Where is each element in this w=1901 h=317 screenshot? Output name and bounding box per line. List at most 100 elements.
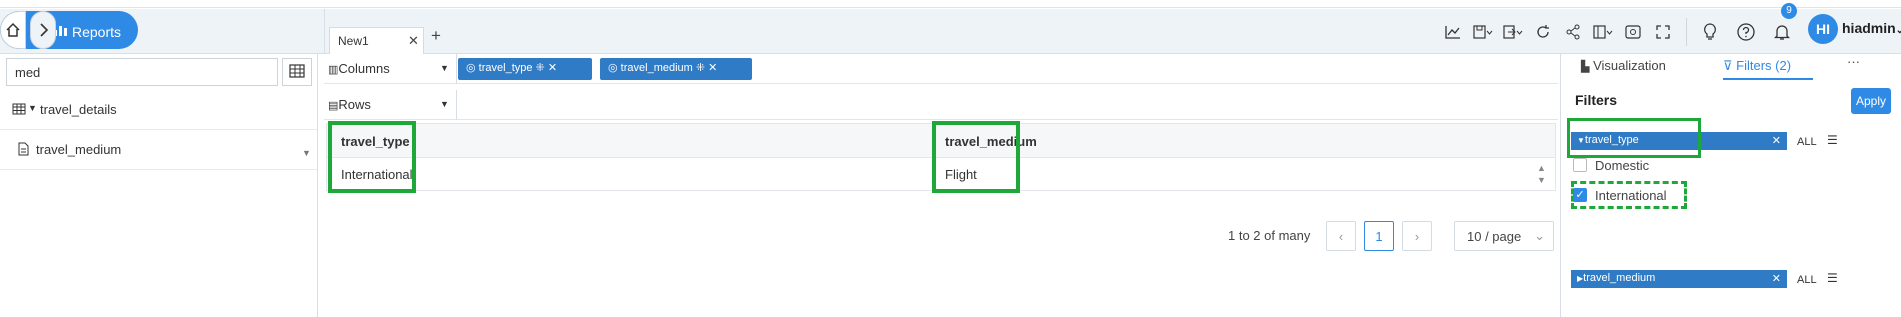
list-icon[interactable]: ☰	[1827, 133, 1838, 147]
highlight-box	[1571, 181, 1687, 209]
scroll-up-icon[interactable]: ▲	[1537, 163, 1546, 173]
breadcrumb: Reports	[0, 9, 324, 54]
home-icon	[5, 22, 21, 41]
tab-label: Filters (2)	[1736, 58, 1792, 73]
layout-icon[interactable]	[1588, 17, 1618, 47]
breadcrumb-expand-button[interactable]	[30, 11, 56, 49]
help-icon[interactable]	[1731, 17, 1761, 47]
option-label[interactable]: Domestic	[1595, 158, 1649, 173]
option-checkbox[interactable]	[1573, 158, 1587, 172]
toolbar-divider	[1686, 17, 1687, 46]
tree-item-label: travel_medium	[36, 142, 122, 157]
move-icon[interactable]: ⁜	[696, 62, 705, 74]
chip-label: travel_type	[478, 62, 533, 74]
report-toolbar	[1438, 9, 1797, 54]
move-icon[interactable]: ⁜	[536, 62, 545, 74]
tree-item-travel-details[interactable]: ▼ travel_details	[0, 90, 317, 130]
document-icon	[18, 142, 29, 159]
bar-chart-icon	[54, 24, 68, 39]
chevron-left-icon: ‹	[1338, 228, 1344, 244]
close-icon[interactable]: ✕	[1772, 134, 1781, 147]
close-icon[interactable]: ✕	[708, 62, 717, 74]
pager-summary: 1 to 2 of many	[1228, 228, 1311, 243]
user-menu[interactable]: hiadmin⌄	[1842, 20, 1901, 36]
chevron-down-icon: ⌄	[1534, 228, 1545, 243]
next-page-button[interactable]: ›	[1402, 221, 1432, 251]
lightbulb-icon[interactable]	[1695, 17, 1725, 47]
rows-icon: ▤	[328, 100, 339, 112]
chevron-down-icon: ⌄	[1895, 25, 1901, 36]
home-button[interactable]	[0, 11, 26, 49]
columns-shelf-label: ▥Columns	[328, 61, 390, 76]
close-icon[interactable]: ✕	[1772, 272, 1781, 285]
shelf-divider	[456, 54, 457, 84]
page-size-select[interactable]: 10 / page ⌄	[1454, 221, 1554, 251]
filters-panel: ▙ Visualization ⊽ Filters (2) ··· Filter…	[1560, 54, 1901, 317]
select-all-link[interactable]: ALL	[1797, 274, 1817, 286]
chip-label: travel_medium	[620, 62, 693, 74]
filter-travel-medium[interactable]: ▶travel_medium ✕	[1571, 270, 1787, 288]
preview-icon[interactable]	[1618, 17, 1648, 47]
app-root: Reports New1 ✕ + 9 HI hiadmin⌄ med ▼ tra…	[0, 0, 1901, 317]
report-canvas: ▥Columns ▼ ◎ travel_type ⁜ ✕ ◎ travel_me…	[324, 54, 1559, 317]
grid-view-button[interactable]	[282, 58, 312, 86]
shelf-divider	[456, 90, 457, 120]
filter-icon: ⊽	[1723, 58, 1733, 73]
columns-label: Columns	[338, 61, 390, 76]
share-icon[interactable]	[1558, 17, 1588, 47]
filter-name: travel_medium	[1583, 272, 1656, 284]
save-icon[interactable]	[1468, 17, 1498, 47]
close-icon[interactable]: ✕	[548, 62, 557, 74]
caret-down-icon[interactable]: ▼	[440, 99, 449, 109]
avatar[interactable]: HI	[1808, 14, 1838, 44]
tab-filters[interactable]: ⊽ Filters (2)	[1723, 58, 1791, 74]
tree-item-label: travel_details	[40, 102, 117, 117]
tab-label: Visualization	[1593, 58, 1666, 73]
highlight-box	[1567, 118, 1701, 158]
bar-chart-icon: ▙	[1581, 61, 1590, 73]
apply-button[interactable]: Apply	[1851, 88, 1891, 114]
columns-icon: ▥	[328, 64, 339, 76]
columns-shelf: ▥Columns ▼ ◎ travel_type ⁜ ✕ ◎ travel_me…	[324, 54, 1558, 84]
rows-shelf: ▤Rows ▼	[324, 90, 1558, 120]
grid-icon	[289, 63, 305, 81]
export-icon[interactable]	[1498, 17, 1528, 47]
previous-page-button[interactable]: ‹	[1326, 221, 1356, 251]
filters-title: Filters	[1575, 92, 1618, 108]
rows-label: Rows	[338, 97, 371, 112]
table-icon	[12, 103, 26, 118]
caret-down-icon[interactable]: ▼	[440, 63, 449, 73]
list-icon[interactable]: ☰	[1827, 271, 1838, 285]
column-chip-travel-medium[interactable]: ◎ travel_medium ⁜ ✕	[600, 58, 752, 80]
username-label: hiadmin	[1842, 20, 1896, 36]
fields-panel: ▼ travel_details travel_medium ▼	[0, 54, 318, 317]
more-options-icon[interactable]: ···	[1847, 54, 1860, 69]
scroll-down-icon[interactable]: ▼	[302, 148, 311, 158]
highlight-box	[328, 121, 416, 193]
field-search-input[interactable]	[6, 58, 278, 86]
add-tab-icon[interactable]: +	[431, 26, 441, 46]
page-number-button[interactable]: 1	[1364, 221, 1394, 251]
scroll-down-icon[interactable]: ▼	[1537, 175, 1546, 185]
tree-item-travel-medium[interactable]: travel_medium	[0, 130, 317, 170]
fullscreen-icon[interactable]	[1648, 17, 1678, 47]
rows-shelf-label: ▤Rows	[328, 97, 371, 112]
refresh-icon[interactable]	[1528, 17, 1558, 47]
active-tab-indicator	[1723, 78, 1813, 80]
line-chart-icon[interactable]	[1438, 17, 1468, 47]
tab-new1[interactable]: New1 ✕	[329, 27, 424, 54]
tab-visualization[interactable]: ▙ Visualization	[1581, 58, 1666, 73]
bell-icon[interactable]	[1767, 17, 1797, 47]
page-size-value: 10 / page	[1467, 229, 1522, 244]
chevron-right-icon: ›	[1414, 228, 1420, 244]
select-all-link[interactable]: ALL	[1797, 136, 1817, 148]
check-circle-icon: ◎	[466, 62, 476, 74]
close-icon[interactable]: ✕	[408, 33, 419, 49]
tab-label: New1	[338, 34, 369, 48]
caret-down-icon[interactable]: ▼	[28, 103, 37, 113]
notification-badge: 9	[1781, 3, 1797, 19]
check-circle-icon: ◎	[608, 62, 618, 74]
column-chip-travel-type[interactable]: ◎ travel_type ⁜ ✕	[458, 58, 592, 80]
breadcrumb-label: Reports	[72, 24, 122, 40]
highlight-box	[932, 121, 1020, 193]
